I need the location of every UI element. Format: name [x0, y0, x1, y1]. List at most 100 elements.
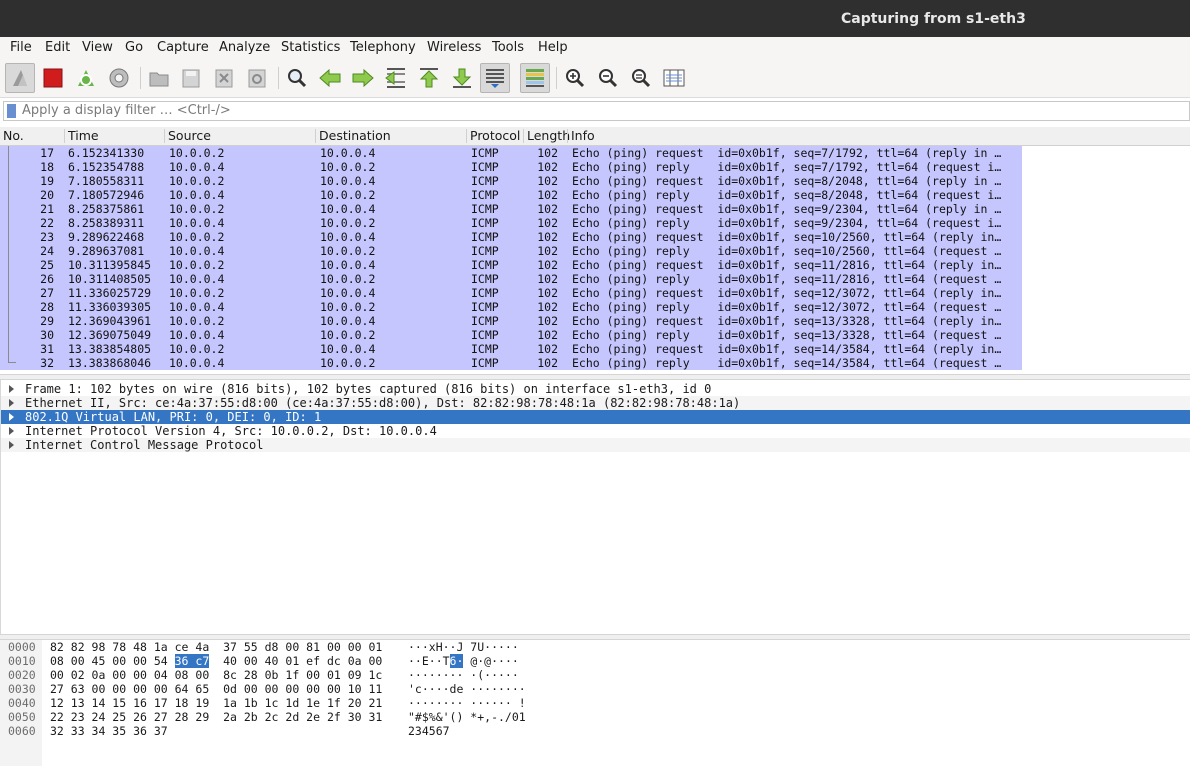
packet-cell-no: 22: [40, 216, 54, 230]
packet-row[interactable]: 17 6.152341330 10.0.0.2 10.0.0.4 ICMP 102 Echo…: [0, 146, 1022, 160]
start-capture-icon[interactable]: [5, 63, 35, 93]
menu-tools[interactable]: Tools: [492, 40, 524, 55]
toolbar-separator: [278, 67, 279, 89]
packet-cell-info: Echo (ping) reply id=0x0b1f, seq=8/2048,…: [572, 188, 1002, 202]
menu-statistics[interactable]: Statistics: [281, 40, 340, 55]
packet-cell-info: Echo (ping) request id=0x0b1f, seq=14/35…: [572, 342, 1002, 356]
menu-telephony[interactable]: Telephony: [350, 40, 416, 55]
packet-row[interactable]: 23 9.289622468 10.0.0.2 10.0.0.4 ICMP 102 Echo…: [0, 230, 1022, 244]
packet-row[interactable]: 25 10.311395845 10.0.0.2 10.0.0.4 ICMP 102 Ech…: [0, 258, 1022, 272]
packet-cell-dst: 10.0.0.2: [320, 244, 376, 258]
expand-arrow-icon[interactable]: [9, 427, 14, 435]
bytes-row[interactable]: 0030 27 63 00 00 00 00 64 65 0d 00 00 00 …: [0, 682, 1190, 696]
detail-row-ethernet[interactable]: Ethernet II, Src: ce:4a:37:55:d8:00 (ce:…: [1, 396, 1190, 410]
packet-cell-time: 6.152354788: [68, 160, 145, 174]
find-packet-icon[interactable]: [282, 63, 312, 93]
packet-row[interactable]: 26 10.311408505 10.0.0.4 10.0.0.2 ICMP 102 Ech…: [0, 272, 1022, 286]
bytes-row[interactable]: 0010 08 00 45 00 00 54 36 c7 40 00 40 01 …: [0, 654, 1190, 668]
colorize-icon[interactable]: [520, 63, 550, 93]
restart-capture-icon[interactable]: [71, 63, 101, 93]
packet-row[interactable]: 29 12.369043961 10.0.0.2 10.0.0.4 ICMP 102 Ech…: [0, 314, 1022, 328]
packet-row[interactable]: 27 11.336025729 10.0.0.2 10.0.0.4 ICMP 102 Ech…: [0, 286, 1022, 300]
menu-file[interactable]: File: [10, 40, 32, 55]
column-destination[interactable]: Destination: [315, 129, 391, 143]
expand-arrow-icon[interactable]: [9, 441, 14, 449]
save-file-icon[interactable]: [176, 63, 206, 93]
ascii-segment: ········ ······ !: [408, 696, 526, 710]
menu-edit[interactable]: Edit: [45, 40, 70, 55]
ascii-dump: ········ ······ !: [408, 696, 526, 710]
detail-row-icmp[interactable]: Internet Control Message Protocol: [1, 438, 1190, 452]
packet-row[interactable]: 24 9.289637081 10.0.0.4 10.0.0.2 ICMP 102 Echo…: [0, 244, 1022, 258]
packet-cell-src: 10.0.0.4: [169, 216, 225, 230]
ascii-dump: 234567: [408, 724, 450, 738]
menu-help[interactable]: Help: [538, 40, 568, 55]
ascii-dump: ··E··T6· @·@····: [408, 654, 519, 668]
display-filter-bar: [0, 100, 1190, 122]
capture-options-icon[interactable]: [104, 63, 134, 93]
reload-file-icon[interactable]: [242, 63, 272, 93]
first-packet-icon[interactable]: [414, 63, 444, 93]
ascii-highlight: 6·: [449, 654, 464, 668]
column-info[interactable]: Info: [567, 129, 595, 143]
bytes-row[interactable]: 0020 00 02 0a 00 00 04 08 00 8c 28 0b 1f …: [0, 668, 1190, 682]
column-source[interactable]: Source: [164, 129, 211, 143]
menu-view[interactable]: View: [82, 40, 113, 55]
display-filter-input[interactable]: [22, 102, 1172, 118]
go-forward-icon[interactable]: [348, 63, 378, 93]
go-back-icon[interactable]: [315, 63, 345, 93]
packet-cell-src: 10.0.0.4: [169, 356, 225, 370]
packet-row[interactable]: 32 13.383868046 10.0.0.4 10.0.0.2 ICMP 102 Ech…: [0, 356, 1022, 370]
menu-analyze[interactable]: Analyze: [219, 40, 270, 55]
bookmark-icon[interactable]: [7, 104, 16, 118]
bytes-row[interactable]: 0040 12 13 14 15 16 17 18 19 1a 1b 1c 1d …: [0, 696, 1190, 710]
bytes-row[interactable]: 0050 22 23 24 25 26 27 28 29 2a 2b 2c 2d …: [0, 710, 1190, 724]
autoscroll-icon[interactable]: [480, 63, 510, 93]
go-to-packet-icon[interactable]: [381, 63, 411, 93]
zoom-out-icon[interactable]: [593, 63, 623, 93]
packet-cell-proto: ICMP: [471, 272, 499, 286]
packet-cell-src: 10.0.0.2: [169, 314, 225, 328]
packet-row[interactable]: 30 12.369075049 10.0.0.4 10.0.0.2 ICMP 102 Ech…: [0, 328, 1022, 342]
expand-arrow-icon[interactable]: [9, 399, 14, 407]
packet-row[interactable]: 18 6.152354788 10.0.0.4 10.0.0.2 ICMP 102 Echo…: [0, 160, 1022, 174]
detail-row-vlan[interactable]: 802.1Q Virtual LAN, PRI: 0, DEI: 0, ID: …: [1, 410, 1190, 424]
open-file-icon[interactable]: [144, 63, 174, 93]
packet-cell-info: Echo (ping) request id=0x0b1f, seq=7/179…: [572, 146, 1002, 160]
packet-cell-len: 102: [537, 230, 558, 244]
packet-cell-info: Echo (ping) request id=0x0b1f, seq=8/204…: [572, 174, 1002, 188]
menu-go[interactable]: Go: [125, 40, 143, 55]
packet-row[interactable]: 19 7.180558311 10.0.0.2 10.0.0.4 ICMP 102 Echo…: [0, 174, 1022, 188]
packet-bytes[interactable]: 0000 82 82 98 78 48 1a ce 4a 37 55 d8 00 …: [0, 640, 1190, 766]
close-file-icon[interactable]: [209, 63, 239, 93]
packet-cell-src: 10.0.0.2: [169, 286, 225, 300]
zoom-in-icon[interactable]: [560, 63, 590, 93]
menu-capture[interactable]: Capture: [157, 40, 209, 55]
packet-row[interactable]: 28 11.336039305 10.0.0.4 10.0.0.2 ICMP 102 Ech…: [0, 300, 1022, 314]
expand-arrow-icon[interactable]: [9, 413, 14, 421]
packet-row[interactable]: 21 8.258375861 10.0.0.2 10.0.0.4 ICMP 102 Echo…: [0, 202, 1022, 216]
normal-size-icon[interactable]: [626, 63, 656, 93]
column-protocol[interactable]: Protocol: [466, 129, 520, 143]
expand-arrow-icon[interactable]: [9, 385, 14, 393]
menu-wireless[interactable]: Wireless: [427, 40, 481, 55]
column-time[interactable]: Time: [64, 129, 99, 143]
column-no[interactable]: No.: [0, 129, 24, 143]
resize-columns-icon[interactable]: [659, 63, 689, 93]
hex-dump: 32 33 34 35 36 37: [50, 724, 168, 738]
column-length[interactable]: Length: [523, 129, 570, 143]
packet-row[interactable]: 31 13.383854805 10.0.0.2 10.0.0.4 ICMP 102 Ech…: [0, 342, 1022, 356]
stop-capture-icon[interactable]: [38, 63, 68, 93]
detail-row-ipv4[interactable]: Internet Protocol Version 4, Src: 10.0.0…: [1, 424, 1190, 438]
detail-row-frame[interactable]: Frame 1: 102 bytes on wire (816 bits), 1…: [1, 382, 1190, 396]
packet-row[interactable]: 22 8.258389311 10.0.0.4 10.0.0.2 ICMP 102 Echo…: [0, 216, 1022, 230]
packet-cell-dst: 10.0.0.4: [320, 174, 376, 188]
ascii-dump: ···xH··J 7U·····: [408, 640, 519, 654]
packet-details[interactable]: Frame 1: 102 bytes on wire (816 bits), 1…: [0, 380, 1190, 634]
bytes-row[interactable]: 0060 32 33 34 35 36 37 234567: [0, 724, 1190, 738]
last-packet-icon[interactable]: [447, 63, 477, 93]
packet-list[interactable]: 17 6.152341330 10.0.0.2 10.0.0.4 ICMP 102 Echo…: [0, 146, 1190, 374]
bytes-row[interactable]: 0000 82 82 98 78 48 1a ce 4a 37 55 d8 00 …: [0, 640, 1190, 654]
packet-row[interactable]: 20 7.180572946 10.0.0.4 10.0.0.2 ICMP 102 Echo…: [0, 188, 1022, 202]
byte-offset: 0040: [8, 696, 36, 710]
